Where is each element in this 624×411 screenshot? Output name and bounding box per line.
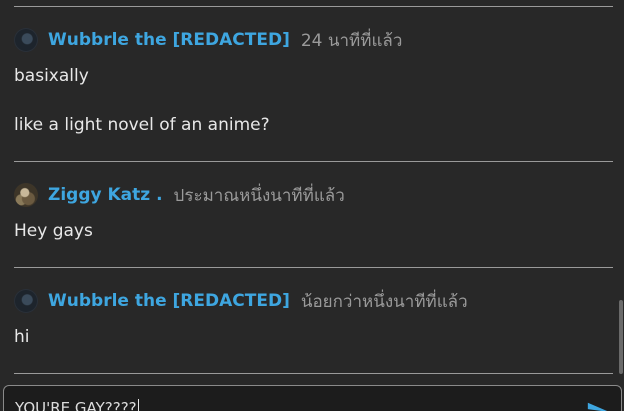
scrollbar[interactable]: [619, 300, 623, 374]
timestamp: 24 นาทีที่แล้ว: [300, 30, 403, 51]
message-text: like a light novel of an anime?: [14, 115, 270, 135]
user-avatar[interactable]: [14, 289, 38, 313]
username[interactable]: Wubbrle the [REDACTED]: [48, 291, 290, 311]
user-avatar[interactable]: [14, 183, 38, 207]
message-text: hi: [14, 327, 30, 347]
send-icon[interactable]: [586, 400, 608, 411]
message-header: Ziggy Katz . ประมาณหนึ่งนาทีที่แล้ว: [14, 180, 345, 210]
message-divider: [14, 373, 613, 374]
message-input-text[interactable]: YOU'RE GAY????: [15, 399, 139, 411]
message-input[interactable]: YOU'RE GAY????: [3, 385, 622, 411]
message-divider: [14, 267, 613, 268]
message-text: Hey gays: [14, 221, 93, 241]
message-header: Wubbrle the [REDACTED] น้อยกว่าหนึ่งนาที…: [14, 286, 468, 316]
timestamp: ประมาณหนึ่งนาทีที่แล้ว: [173, 185, 345, 206]
user-avatar[interactable]: [14, 28, 38, 52]
timestamp: น้อยกว่าหนึ่งนาทีที่แล้ว: [300, 291, 468, 312]
message-divider: [14, 6, 613, 7]
message-text: basixally: [14, 66, 89, 86]
username[interactable]: Ziggy Katz .: [48, 185, 163, 205]
message-header: Wubbrle the [REDACTED] 24 นาทีที่แล้ว: [14, 25, 402, 55]
chat-panel: Wubbrle the [REDACTED] 24 นาทีที่แล้ว ba…: [0, 0, 624, 411]
username[interactable]: Wubbrle the [REDACTED]: [48, 30, 290, 50]
message-divider: [14, 161, 613, 162]
